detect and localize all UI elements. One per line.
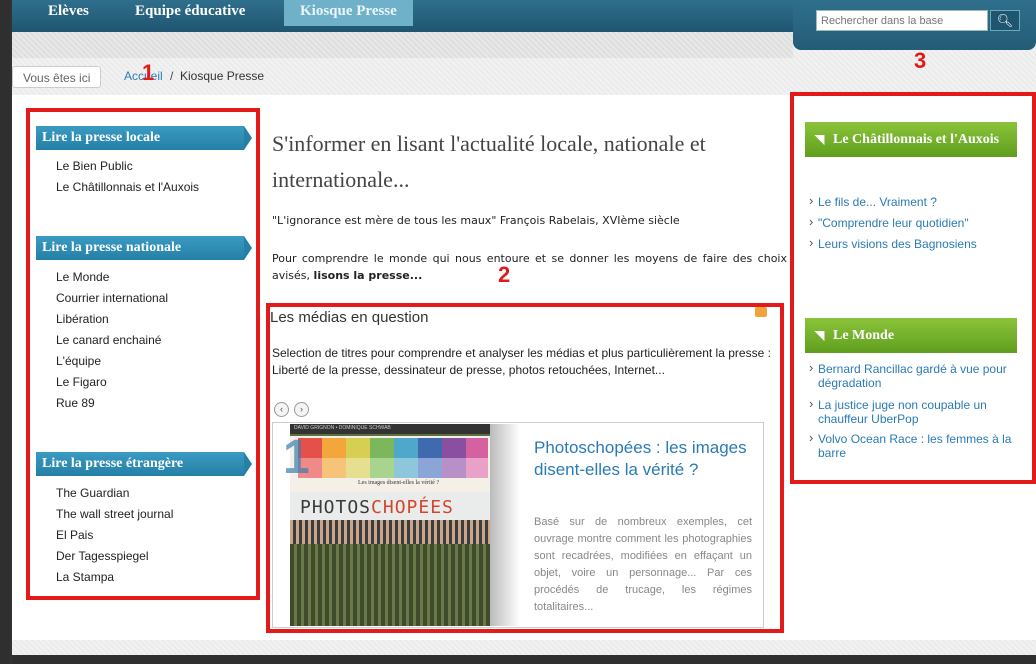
annotation-box-1 <box>26 108 260 600</box>
annotation-box-3 <box>790 92 1036 484</box>
breadcrumb-current: Kiosque Presse <box>180 69 265 83</box>
search-icon: 🔍︎ <box>996 13 1014 28</box>
quote-text: "L'ignorance est mère de tous les maux" … <box>272 214 680 227</box>
search-button[interactable]: 🔍︎ <box>990 10 1020 31</box>
nav-eleves[interactable]: Elèves <box>48 0 89 26</box>
intro-text: Pour comprendre le monde qui nous entour… <box>272 250 787 284</box>
search-input[interactable] <box>816 10 988 31</box>
intro-bold: lisons la presse... <box>313 269 423 282</box>
breadcrumb-separator: / <box>170 69 174 83</box>
page-title: S'informer en lisant l'actualité locale,… <box>272 131 706 192</box>
annotation-label-3: 3 <box>914 48 927 73</box>
nav-equipe-educative[interactable]: Equipe éducative <box>135 0 245 26</box>
footer-strip <box>12 655 1036 664</box>
annotation-label-2: 2 <box>498 262 511 287</box>
breadcrumb-label: Vous êtes ici <box>12 66 102 88</box>
annotation-box-2 <box>266 303 784 633</box>
annotation-label-1: 1 <box>142 60 155 85</box>
nav-kiosque-presse[interactable]: Kiosque Presse <box>284 0 413 26</box>
nav-band <box>12 32 793 58</box>
breadcrumb: Vous êtes ici Accueil / Kiosque Presse <box>12 66 512 88</box>
